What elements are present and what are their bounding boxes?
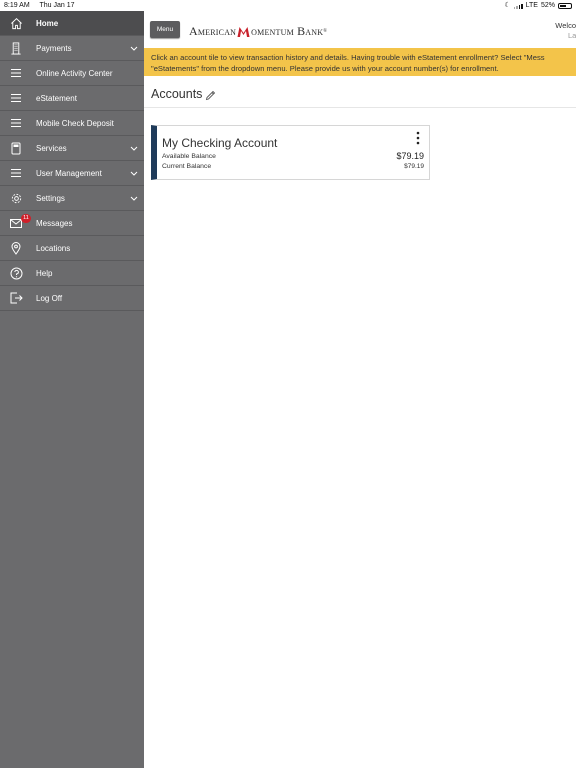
sidebar-item-label: Locations	[36, 243, 71, 253]
current-balance-value: $79.19	[404, 163, 424, 170]
menu-button[interactable]: Menu	[150, 21, 180, 38]
logo-text-american: American	[189, 24, 237, 38]
chevron-down-icon[interactable]	[130, 144, 138, 153]
sidebar-item-label: Services	[36, 143, 67, 153]
logo-m-icon	[237, 26, 250, 38]
header: Menu American omentum Bank ® Welco La	[144, 11, 576, 48]
welcome-subtext: La	[568, 31, 576, 40]
account-tile[interactable]: My Checking Account Available Balance $7…	[151, 125, 430, 180]
building-icon	[9, 41, 23, 55]
status-date: Thu Jan 17	[39, 2, 75, 9]
sidebar-item-label: Mobile Check Deposit	[36, 118, 114, 128]
chevron-down-icon[interactable]	[130, 194, 138, 203]
hamburger-icon	[9, 116, 23, 130]
sidebar-item-label: Messages	[36, 218, 73, 228]
status-time: 8:19 AM	[4, 2, 30, 9]
sidebar-item-label: eStatement	[36, 93, 77, 103]
banner-line-1: Click an account tile to view transactio…	[151, 53, 545, 62]
sidebar-item-home[interactable]: Home	[0, 11, 144, 36]
sidebar-item-services[interactable]: Services	[0, 136, 144, 161]
sidebar-item-label: User Management	[36, 168, 102, 178]
sidebar-item-label: Payments	[36, 43, 72, 53]
sidebar-item-locations[interactable]: Locations	[0, 236, 144, 261]
moon-icon: ☾	[504, 2, 511, 9]
logo-text-momentum-bank: omentum Bank	[251, 24, 324, 38]
chevron-down-icon[interactable]	[130, 169, 138, 178]
page-title: Accounts	[151, 87, 203, 101]
battery-icon	[558, 2, 572, 9]
logo-registered-mark: ®	[323, 29, 328, 34]
available-balance-label: Available Balance	[162, 153, 216, 160]
calculator-icon	[9, 141, 23, 155]
home-icon	[9, 16, 23, 30]
hamburger-icon	[9, 66, 23, 80]
sidebar-item-label: Online Activity Center	[36, 68, 113, 78]
gear-icon	[9, 191, 23, 205]
map-pin-icon	[9, 241, 23, 255]
hamburger-icon	[9, 91, 23, 105]
question-icon	[9, 266, 23, 280]
banner-line-2: "eStatements" from the dropdown menu. Pl…	[151, 64, 499, 73]
logout-icon	[9, 291, 23, 305]
battery-percent: 52%	[540, 2, 555, 9]
message-count-badge: 11	[21, 214, 31, 223]
available-balance-value: $79.19	[396, 151, 424, 161]
main-content: Menu American omentum Bank ® Welco La Cl…	[144, 11, 576, 768]
sidebar-item-online-activity-center[interactable]: Online Activity Center	[0, 61, 144, 86]
bank-logo[interactable]: American omentum Bank ®	[189, 24, 327, 39]
sidebar-nav: Home Payments Online Activity Center eSt…	[0, 11, 144, 768]
sidebar-item-label: Settings	[36, 193, 65, 203]
notice-banner: Click an account tile to view transactio…	[144, 48, 576, 76]
chevron-down-icon[interactable]	[130, 44, 138, 53]
sidebar-item-label: Home	[36, 18, 59, 28]
signal-icon	[513, 3, 523, 9]
sidebar-item-label: Log Off	[36, 293, 63, 303]
sidebar-item-mobile-check-deposit[interactable]: Mobile Check Deposit	[0, 111, 144, 136]
sidebar-item-log-off[interactable]: Log Off	[0, 286, 144, 311]
section-divider	[144, 107, 576, 108]
network-type: LTE	[525, 2, 538, 9]
account-name: My Checking Account	[162, 136, 278, 150]
sidebar-item-help[interactable]: Help	[0, 261, 144, 286]
sidebar-item-user-management[interactable]: User Management	[0, 161, 144, 186]
sidebar-item-messages[interactable]: 11 Messages	[0, 211, 144, 236]
sidebar-item-settings[interactable]: Settings	[0, 186, 144, 211]
pencil-edit-icon[interactable]	[205, 88, 217, 101]
more-options-icon[interactable]	[416, 131, 420, 145]
welcome-text: Welco	[555, 21, 576, 30]
hamburger-icon	[9, 166, 23, 180]
sidebar-item-payments[interactable]: Payments	[0, 36, 144, 61]
current-balance-label: Current Balance	[162, 163, 212, 170]
sidebar-item-label: Help	[36, 268, 53, 278]
status-bar: 8:19 AM Thu Jan 17 ☾ LTE 52%	[0, 0, 576, 11]
sidebar-item-estatement[interactable]: eStatement	[0, 86, 144, 111]
